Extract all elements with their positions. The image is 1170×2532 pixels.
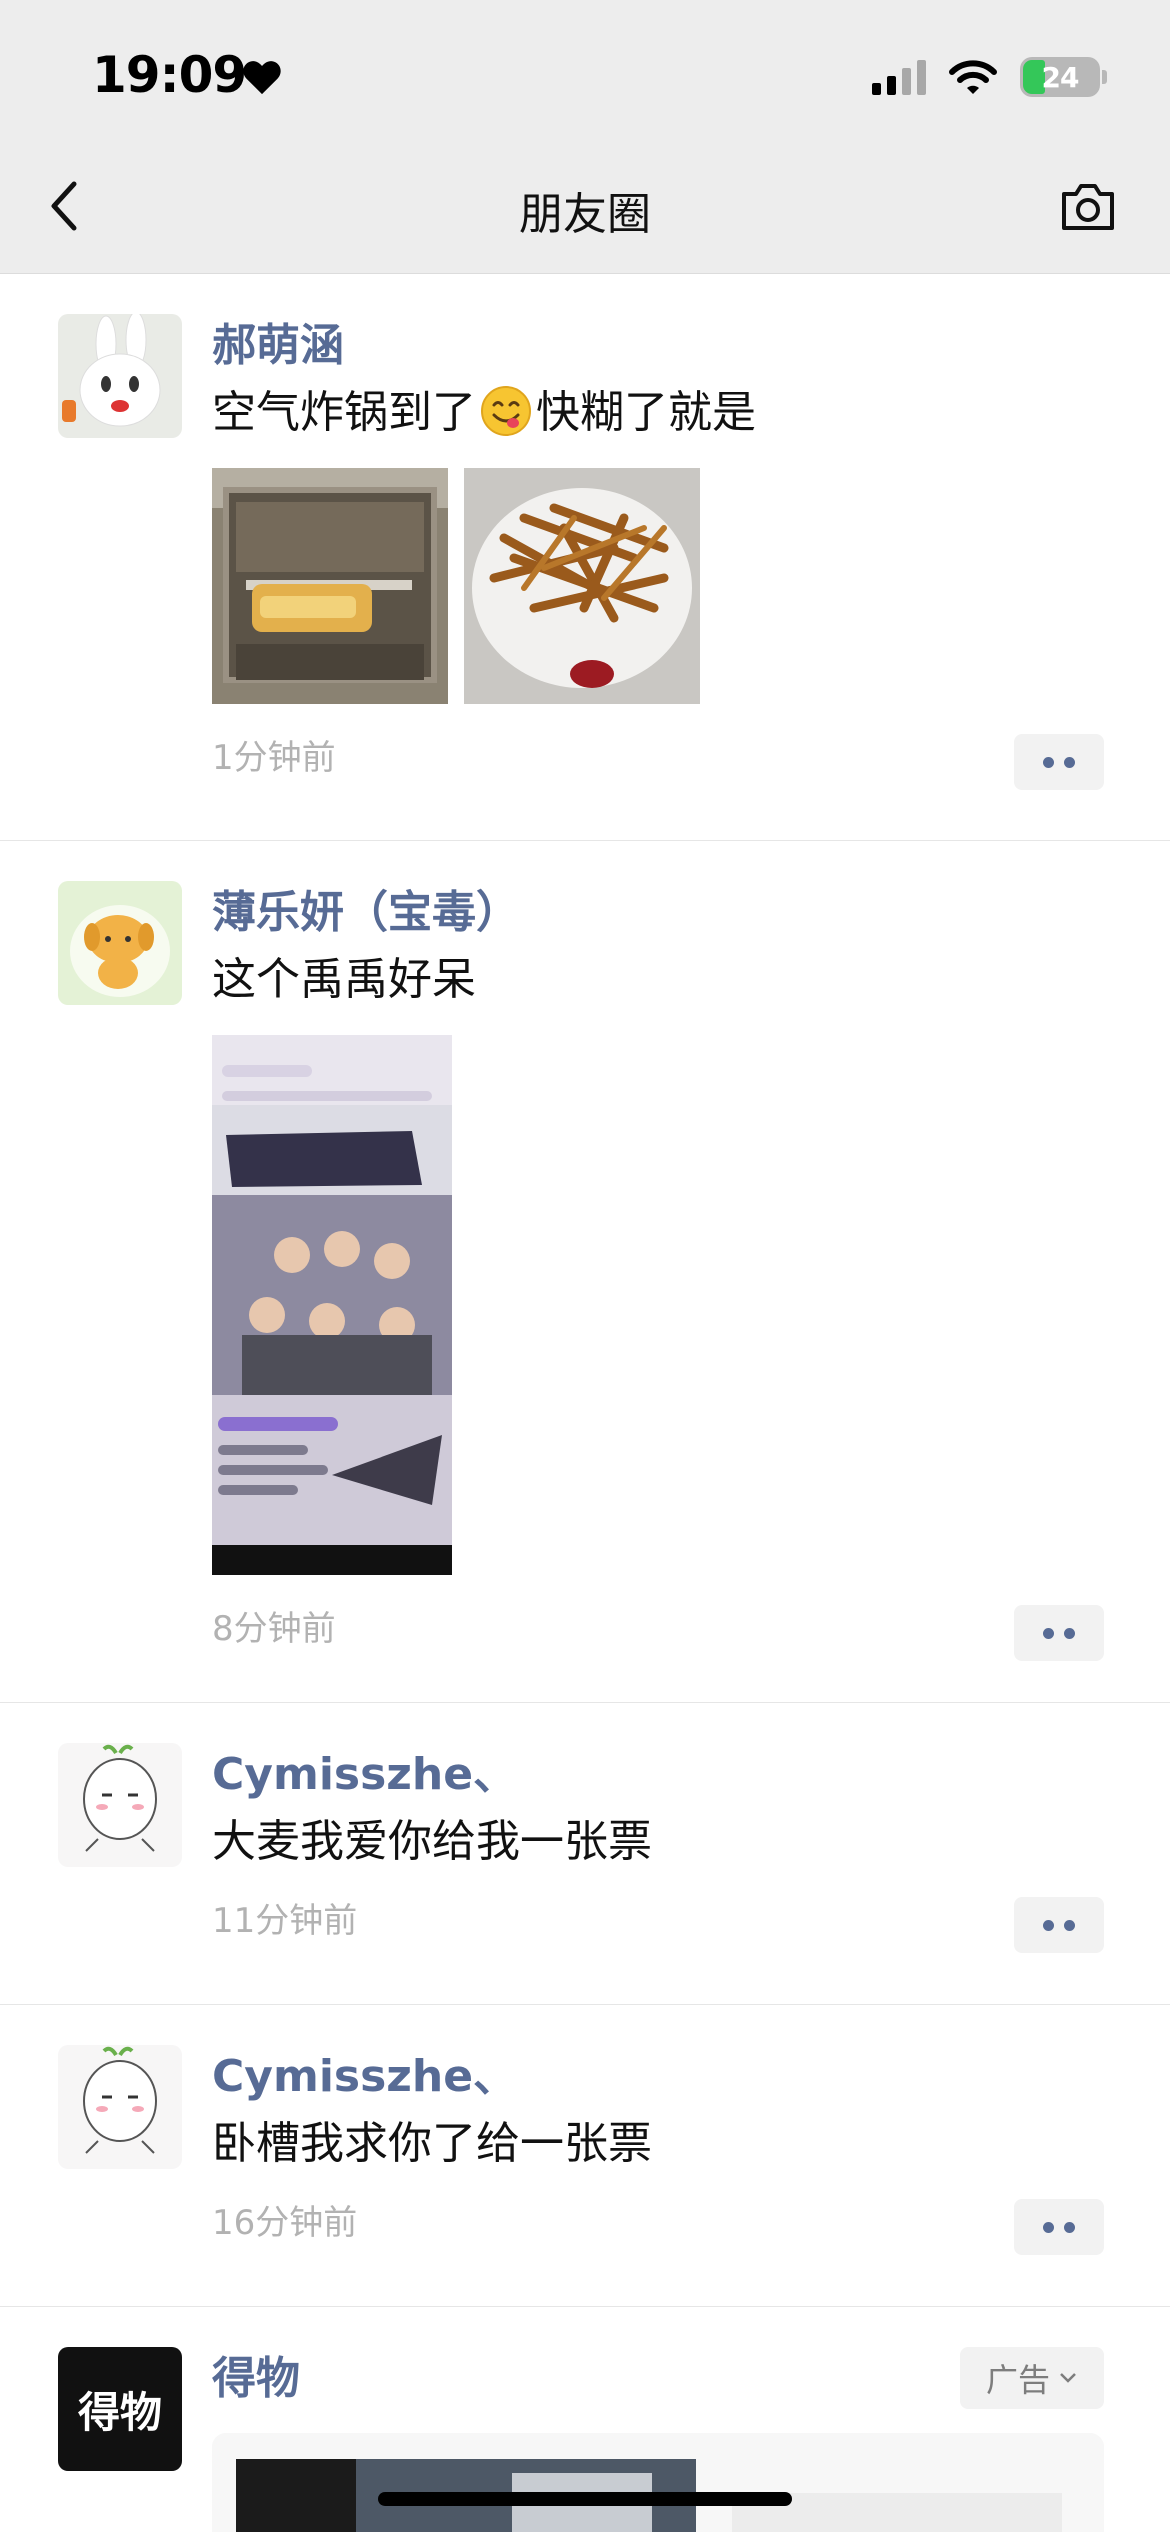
moment-post: 郝萌涵 空气炸锅到了 快糊了就是 1分钟前: [0, 274, 1170, 841]
yum-emoji-icon: [481, 386, 531, 436]
ad-logo-text: 得物: [77, 2387, 162, 2437]
post-time: 16分钟前: [212, 2203, 358, 2243]
more-actions-button[interactable]: [1014, 1897, 1104, 1953]
cellular-signal-icon: [872, 59, 926, 95]
ad-tag-label: 广告: [985, 2361, 1050, 2399]
post-time: 8分钟前: [212, 1609, 336, 1649]
moment-post: Cymisszhe、 卧槽我求你了给一张票 16分钟前: [0, 2005, 1170, 2307]
status-indicators: 24: [872, 52, 1107, 102]
photo-thumbnail[interactable]: [212, 468, 448, 704]
status-time: 19:09: [92, 46, 247, 104]
poster-name[interactable]: Cymisszhe、: [212, 1743, 1104, 1807]
wifi-icon: [949, 60, 997, 94]
post-meta: 8分钟前: [212, 1591, 1104, 1667]
moments-feed[interactable]: 郝萌涵 空气炸锅到了 快糊了就是 1分钟前 薄乐妍（宝毒） 这个禹禹好呆 8分钟…: [0, 274, 1170, 2532]
avatar[interactable]: [58, 2045, 182, 2169]
post-time: 1分钟前: [212, 738, 336, 778]
post-meta: 11分钟前: [212, 1883, 1104, 1959]
battery-icon: 24: [1020, 57, 1107, 97]
post-text: 空气炸锅到了 快糊了就是: [212, 380, 1104, 446]
avatar[interactable]: [58, 314, 182, 438]
more-actions-button[interactable]: [1014, 2199, 1104, 2255]
page-title: 朋友圈: [519, 189, 651, 240]
photo-thumbnail[interactable]: [212, 1035, 452, 1575]
moment-post: Cymisszhe、 大麦我爱你给我一张票 11分钟前: [0, 1703, 1170, 2005]
more-actions-button[interactable]: [1014, 734, 1104, 790]
photo-thumbnail[interactable]: [464, 468, 700, 704]
more-actions-button[interactable]: [1014, 1605, 1104, 1661]
poster-name[interactable]: 郝萌涵: [212, 314, 1104, 378]
battery-level: 24: [1041, 60, 1080, 94]
moment-post: 薄乐妍（宝毒） 这个禹禹好呆 8分钟前: [0, 841, 1170, 1703]
photo-grid: [212, 1035, 1104, 1575]
post-text: 大麦我爱你给我一张票: [212, 1816, 652, 1867]
post-text-part: 快糊了就是: [536, 387, 756, 438]
chevron-down-icon: [1060, 2373, 1076, 2383]
post-text: 这个禹禹好呆: [212, 954, 476, 1005]
heart-icon: [243, 61, 281, 95]
home-indicator: [378, 2492, 792, 2506]
post-text: 卧槽我求你了给一张票: [212, 2118, 652, 2169]
post-text-part: 空气炸锅到了: [212, 387, 476, 438]
ad-card[interactable]: [212, 2433, 1104, 2532]
avatar[interactable]: [58, 881, 182, 1005]
ad-avatar[interactable]: 得物: [58, 2347, 182, 2471]
photo-grid: [212, 468, 1104, 704]
post-meta: 1分钟前: [212, 720, 1104, 796]
post-meta: 16分钟前: [212, 2185, 1104, 2261]
post-time: 11分钟前: [212, 1901, 358, 1941]
ad-tag-button[interactable]: 广告: [960, 2347, 1104, 2409]
poster-name[interactable]: Cymisszhe、: [212, 2045, 1104, 2109]
camera-icon[interactable]: [1058, 178, 1118, 234]
poster-name[interactable]: 薄乐妍（宝毒）: [212, 881, 1104, 945]
avatar[interactable]: [58, 1743, 182, 1867]
top-bar: 19:09 24 朋友圈: [0, 0, 1170, 274]
